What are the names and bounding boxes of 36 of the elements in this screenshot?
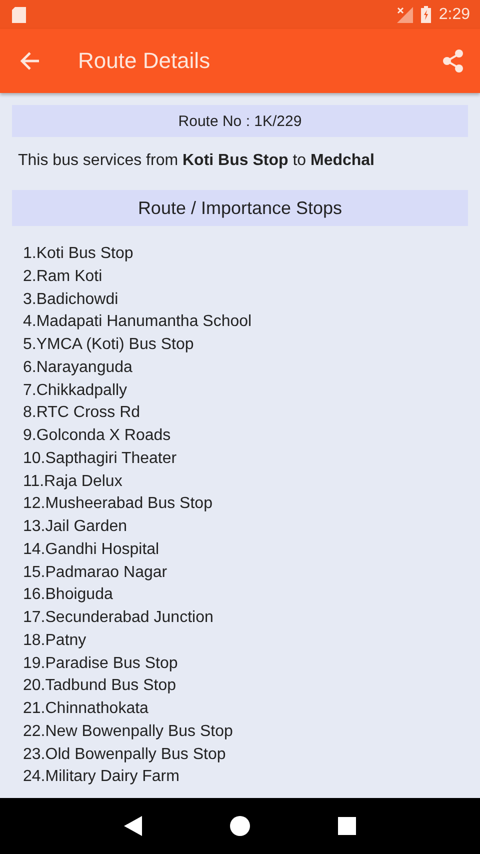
- stop-item: 23.Old Bowenpally Bus Stop: [23, 744, 227, 764]
- stop-item: 4.Madapati Hanumantha School: [23, 312, 253, 332]
- stop-item: 20.Tadbund Bus Stop: [23, 676, 178, 696]
- back-arrow-icon[interactable]: [20, 52, 40, 70]
- stop-item: 1.Koti Bus Stop: [23, 244, 134, 264]
- battery-icon: [420, 6, 431, 23]
- stop-item: 22.New Bowenpally Bus Stop: [23, 722, 234, 742]
- stop-item: 14.Gandhi Hospital: [23, 540, 160, 560]
- stop-item: 9.Golconda X Roads: [23, 426, 172, 446]
- back-icon[interactable]: [124, 816, 142, 836]
- stop-item: 3.Badichowdi: [23, 290, 120, 310]
- route-description: This bus services from Koti Bus Stop to Medchal: [18, 152, 376, 170]
- stop-item: 17.Secunderabad Junction: [23, 608, 214, 628]
- status-time: 2:29: [438, 6, 470, 24]
- share-icon[interactable]: [442, 49, 464, 73]
- stops-header: Route / Importance Stops: [12, 190, 468, 226]
- stop-item: 24.Military Dairy Farm: [23, 767, 180, 788]
- stop-item: 13.Jail Garden: [23, 517, 128, 537]
- stop-item: 8.RTC Cross Rd: [23, 403, 142, 424]
- stop-item: 21.Chinnathokata: [23, 699, 150, 719]
- stop-item: 5.YMCA (Koti) Bus Stop: [23, 335, 195, 355]
- home-icon[interactable]: [230, 816, 250, 836]
- sd-card-icon: [12, 6, 26, 22]
- stop-item: 16.Bhoiguda: [23, 585, 114, 606]
- stop-item: 11.Raja Delux: [23, 472, 124, 492]
- stop-item: 10.Sapthagiri Theater: [23, 448, 178, 469]
- route-number: Route No : 1K/229: [12, 105, 468, 137]
- screen-title: Route Details: [78, 48, 212, 74]
- stop-item: 12.Musheerabad Bus Stop: [23, 494, 214, 514]
- stop-item: 18.Patny: [23, 630, 88, 651]
- stop-item: 7.Chikkadpally: [23, 380, 128, 400]
- signal-icon: [396, 6, 413, 22]
- stop-item: 6.Narayanguda: [23, 358, 134, 378]
- stop-item: 2.Ram Koti: [23, 266, 104, 287]
- stop-item: 15.Padmarao Nagar: [23, 562, 168, 582]
- stop-item: 19.Paradise Bus Stop: [23, 654, 179, 674]
